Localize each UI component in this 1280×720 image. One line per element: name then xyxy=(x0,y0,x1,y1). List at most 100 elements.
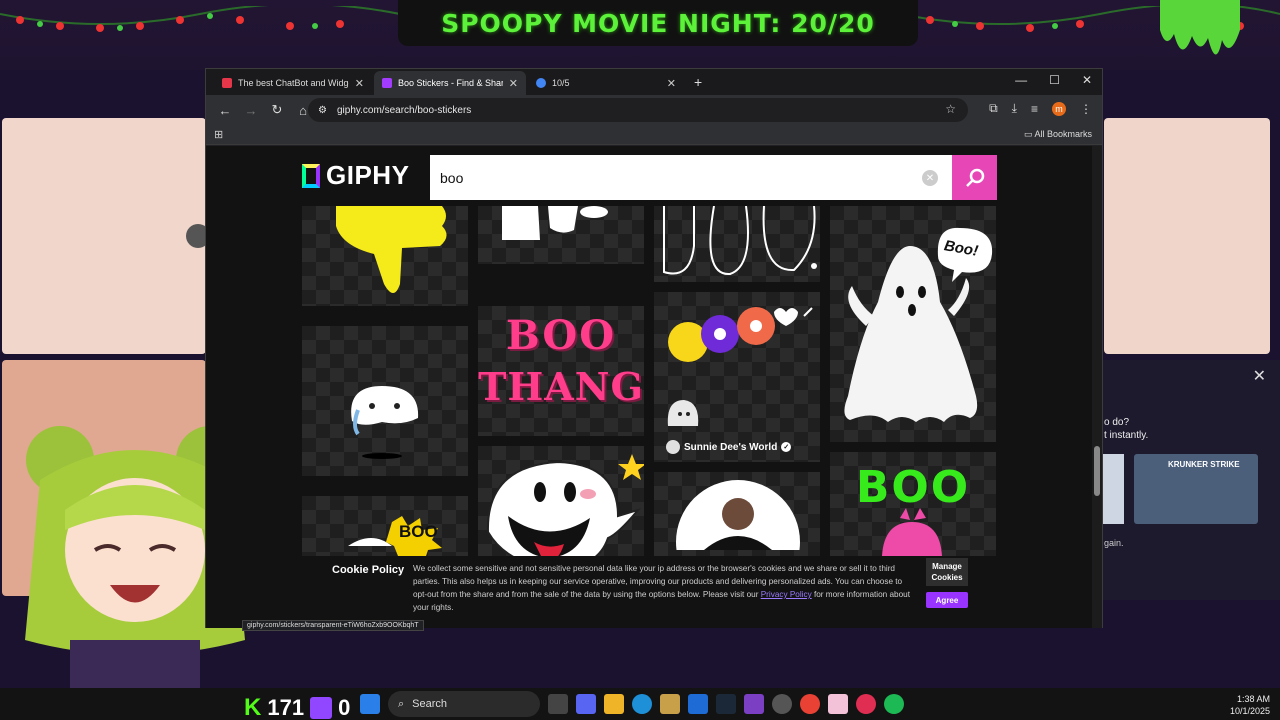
search-bar: ✕ xyxy=(430,155,997,200)
side-panel-line: t instantly. xyxy=(1104,430,1149,441)
overlay-header: SPOOPY MOVIE NIGHT: 20/20 xyxy=(0,0,1280,70)
discord-icon[interactable] xyxy=(576,694,596,714)
manage-cookies-button[interactable]: Manage Cookies xyxy=(926,558,968,586)
task-view-icon[interactable] xyxy=(548,694,568,714)
viewer-counter: K 171 0 xyxy=(244,694,350,720)
obs-icon[interactable] xyxy=(772,694,792,714)
clear-search-icon[interactable]: ✕ xyxy=(922,170,938,186)
taskbar-apps: ⌕ Search xyxy=(360,690,904,718)
address-bar[interactable]: ⚙ giphy.com/search/boo-stickers ☆ xyxy=(308,98,968,122)
back-icon[interactable]: ← xyxy=(218,103,232,118)
favicon-icon xyxy=(222,78,232,88)
menu-icon[interactable]: ⋮ xyxy=(1080,102,1092,116)
reload-icon[interactable]: ↻ xyxy=(270,102,284,118)
side-panel-footer: gain. xyxy=(1104,538,1124,548)
app-pink-icon[interactable] xyxy=(828,694,848,714)
chrome-icon[interactable] xyxy=(800,694,820,714)
verified-icon: ✓ xyxy=(781,442,792,452)
tab-10-5[interactable]: 10/5 ✕ xyxy=(528,71,684,95)
game-thumbnail[interactable] xyxy=(1102,454,1124,524)
giphy-logo[interactable]: GIPHY xyxy=(302,160,409,191)
windows-start-icon[interactable] xyxy=(360,694,380,714)
bookmarks-bar: ⊞ ▭ All Bookmarks xyxy=(206,125,1102,145)
boo-donuts-icon xyxy=(667,307,813,426)
page-scrollbar[interactable] xyxy=(1092,146,1102,628)
side-panel-line: o do? xyxy=(1104,417,1130,428)
tab-boo-stickers[interactable]: Boo Stickers - Find & Share on ✕ xyxy=(374,71,526,95)
search-input[interactable] xyxy=(440,169,910,186)
cookie-banner: Cookie Policy We collect some sensitive … xyxy=(302,556,998,628)
download-icon[interactable]: ⤓ xyxy=(1012,101,1017,116)
boo-green-text: BOO xyxy=(855,462,971,513)
minimize-icon[interactable]: — xyxy=(1015,73,1027,87)
krunker-thumbnail[interactable]: KRUNKER STRIKE xyxy=(1134,454,1258,524)
agree-button[interactable]: Agree xyxy=(926,592,968,608)
all-bookmarks-button[interactable]: ▭ All Bookmarks xyxy=(1024,129,1092,140)
giphy-page: GIPHY ✕ xyxy=(206,146,1094,628)
cookie-body: We collect some sensitive and not sensit… xyxy=(413,562,913,614)
forward-icon[interactable]: → xyxy=(244,103,258,118)
kick-count: 171 xyxy=(267,695,305,720)
creature-icon xyxy=(186,224,210,248)
webcam-frame-right xyxy=(1104,118,1270,354)
site-info-icon[interactable]: ⚙ xyxy=(318,105,327,116)
close-icon[interactable]: ✕ xyxy=(509,77,518,90)
side-panel-text: o do? t instantly. xyxy=(1104,416,1148,442)
profile-avatar[interactable]: m xyxy=(1052,101,1066,116)
favicon-icon xyxy=(382,78,392,88)
apps-icon[interactable]: ⊞ xyxy=(214,128,223,141)
tab-label: 10/5 xyxy=(552,78,570,88)
giphy-logo-icon xyxy=(302,163,320,188)
close-icon[interactable]: ✕ xyxy=(355,77,364,90)
status-url: giphy.com/stickers/transparent-eTiW6hoZx… xyxy=(242,620,424,631)
sticker-boo-ghost[interactable]: Boo! xyxy=(830,206,996,442)
cookie-title: Cookie Policy xyxy=(332,564,405,576)
map-pin-icon[interactable] xyxy=(856,694,876,714)
all-bookmarks-label: All Bookmarks xyxy=(1034,129,1092,139)
steam-icon[interactable] xyxy=(716,694,736,714)
sticker-boo-donuts[interactable]: Sunnie Dee's World ✓ xyxy=(654,292,820,462)
creator-name: Sunnie Dee's World xyxy=(684,441,778,453)
tab-strip: The best ChatBot and Widgets ✕ Boo Stick… xyxy=(206,69,1102,95)
file-explorer-icon[interactable] xyxy=(604,694,624,714)
close-window-icon[interactable]: ✕ xyxy=(1082,73,1092,87)
edge-icon[interactable] xyxy=(632,694,652,714)
sticker-boo-thang[interactable]: BOO THANG xyxy=(478,306,644,436)
tab-label: Boo Stickers - Find & Share on xyxy=(398,78,503,88)
app-purple-icon[interactable] xyxy=(744,694,764,714)
search-button[interactable] xyxy=(952,155,997,200)
app-w-icon[interactable] xyxy=(660,694,680,714)
maximize-icon[interactable]: ☐ xyxy=(1049,73,1060,87)
twitch-icon xyxy=(310,697,333,719)
boo-outline-icon xyxy=(663,206,817,276)
app-blue-icon[interactable] xyxy=(688,694,708,714)
sticker-boo-top[interactable] xyxy=(478,206,644,264)
person-video-icon xyxy=(676,480,800,604)
sticker-boo-outline[interactable] xyxy=(654,206,820,282)
clock-date: 10/1/2025 xyxy=(1229,706,1270,716)
system-clock[interactable]: 1:38 AM 10/1/2025 xyxy=(1230,693,1270,717)
toolbar-actions: ⧉ ⤓ ≡ m ⋮ xyxy=(989,101,1092,116)
giphy-logo-text: GIPHY xyxy=(326,160,410,190)
close-icon[interactable]: ✕ xyxy=(667,77,676,90)
taskbar-search[interactable]: ⌕ Search xyxy=(388,691,540,717)
media-icon[interactable]: ≡ xyxy=(1031,102,1038,116)
scrollbar-thumb[interactable] xyxy=(1094,446,1100,496)
banner-title: SPOOPY MOVIE NIGHT: 20/20 xyxy=(441,8,875,38)
browser-window: The best ChatBot and Widgets ✕ Boo Stick… xyxy=(205,68,1103,631)
close-icon[interactable]: ✕ xyxy=(1253,366,1266,386)
tab-chatbot[interactable]: The best ChatBot and Widgets ✕ xyxy=(214,71,372,95)
favicon-icon xyxy=(536,78,546,88)
extensions-icon[interactable]: ⧉ xyxy=(989,101,998,116)
spotify-icon[interactable] xyxy=(884,694,904,714)
new-tab-button[interactable]: + xyxy=(694,74,702,90)
creator-attribution[interactable]: Sunnie Dee's World ✓ xyxy=(666,440,792,454)
taskbar-search-label: Search xyxy=(412,698,448,710)
bookmark-star-icon[interactable]: ☆ xyxy=(945,102,956,116)
sticker-crying-ghost[interactable] xyxy=(302,326,468,476)
search-icon: ⌕ xyxy=(398,697,405,710)
kick-icon: K xyxy=(244,694,262,720)
sticker-thumbs-down[interactable] xyxy=(302,206,468,306)
privacy-policy-link[interactable]: Privacy Policy xyxy=(761,590,812,599)
address-text: giphy.com/search/boo-stickers xyxy=(336,104,472,116)
